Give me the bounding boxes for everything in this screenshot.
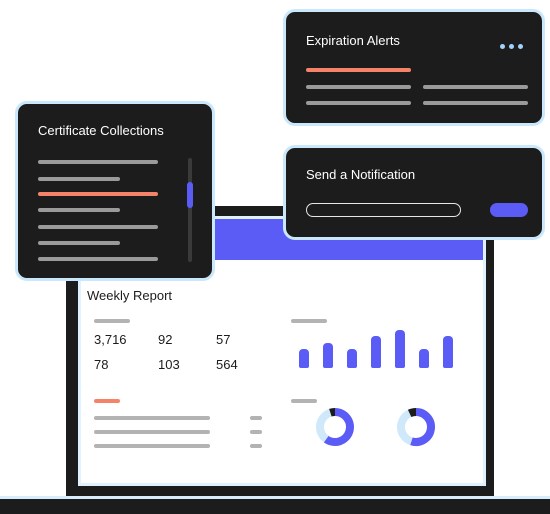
certificate-collections-card[interactable]: Certificate Collections: [15, 101, 215, 281]
stats-header-placeholder: [94, 319, 130, 323]
report-title: Weekly Report: [87, 288, 173, 303]
send-notification-card: Send a Notification: [283, 145, 545, 240]
list-header-placeholder: [94, 399, 120, 403]
certificate-collections-title: Certificate Collections: [38, 123, 164, 138]
list-value-placeholder: [250, 430, 262, 434]
send-notification-title: Send a Notification: [306, 167, 416, 182]
donut-slice: [410, 408, 435, 446]
scrollbar-track[interactable]: [188, 158, 192, 262]
notification-input[interactable]: [306, 203, 461, 217]
bar-chart-bar: [299, 349, 309, 368]
collection-item-placeholder[interactable]: [38, 208, 120, 212]
collection-item-placeholder[interactable]: [38, 177, 120, 181]
stat-value: 103: [158, 357, 180, 372]
donut-slice: [316, 408, 332, 443]
collection-item-placeholder[interactable]: [38, 160, 158, 164]
stat-value: 92: [158, 332, 173, 347]
bar-chart-bar: [419, 349, 429, 368]
stat-value: 3,716: [94, 332, 127, 347]
list-line-placeholder: [94, 416, 210, 420]
collection-item-placeholder[interactable]: [38, 257, 158, 261]
alert-line-placeholder: [306, 68, 411, 72]
list-line-placeholder: [94, 444, 210, 448]
bar-chart-header-placeholder: [291, 319, 327, 323]
stat-value: 564: [216, 357, 238, 372]
expiration-alerts-card[interactable]: Expiration Alerts: [283, 9, 545, 126]
bar-chart-bar: [347, 349, 357, 368]
laptop-base: [0, 496, 550, 514]
list-value-placeholder: [250, 416, 262, 420]
list-line-placeholder: [94, 430, 210, 434]
donut-charts: [316, 408, 435, 446]
bar-chart-bar: [371, 336, 381, 368]
collection-item-placeholder[interactable]: [38, 225, 158, 229]
scrollbar-thumb[interactable]: [187, 182, 193, 208]
collection-item-placeholder[interactable]: [38, 241, 120, 245]
alert-line-placeholder: [306, 101, 411, 105]
send-button[interactable]: [490, 203, 528, 217]
collection-item-selected[interactable]: [38, 192, 158, 196]
stat-value: 78: [94, 357, 109, 372]
list-value-placeholder: [250, 444, 262, 448]
bar-chart-bar: [395, 330, 405, 368]
more-dots-icon[interactable]: [500, 36, 527, 54]
expiration-alerts-title: Expiration Alerts: [306, 33, 400, 48]
donut-slice: [397, 409, 413, 446]
donut-slice: [407, 408, 417, 418]
stat-value: 57: [216, 332, 231, 347]
alert-line-placeholder: [423, 101, 528, 105]
bar-chart-bar: [443, 336, 453, 368]
alert-line-placeholder: [306, 85, 411, 89]
bar-chart-bar: [323, 342, 333, 368]
alert-line-placeholder: [423, 85, 528, 89]
donut-slice: [329, 408, 336, 417]
